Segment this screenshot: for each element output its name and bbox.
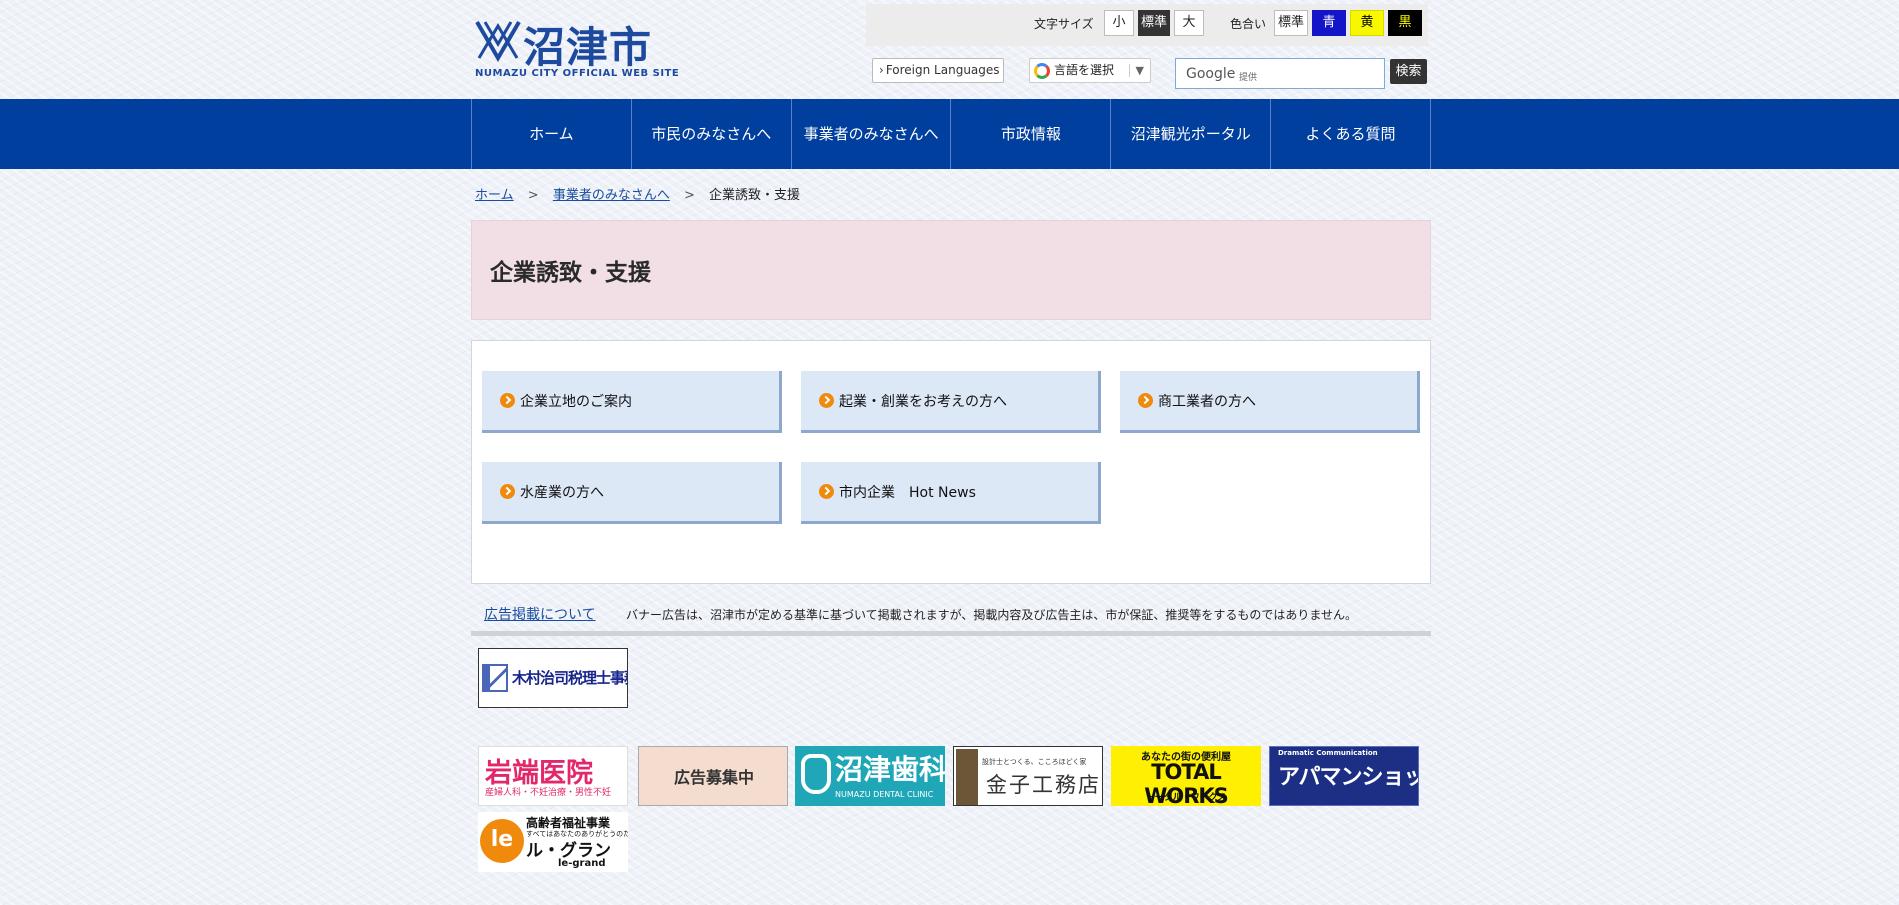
search-input[interactable]: Google 提供 (1175, 58, 1385, 89)
banner-title: 金子工務店 (986, 773, 1101, 797)
font-size-label: 文字サイズ (1034, 17, 1094, 31)
banner-kimura-tax[interactable]: 木村治司税理士事務所 (478, 648, 628, 708)
link-panel: 企業立地のご案内 起業・創業をお考えの方へ 商工業者の方へ 水産業の方へ 市内企… (471, 340, 1431, 584)
kimura-logo-icon (482, 664, 508, 692)
banner-subtitle: 産婦人科・不妊治療・男性不妊 (485, 788, 612, 798)
page-title: 企業誘致・支援 (490, 260, 651, 286)
dropdown-arrow-icon: ▼ (1135, 64, 1144, 77)
foreign-languages-label: Foreign Languages (885, 63, 1000, 77)
banner-ad-recruit[interactable]: 広告募集中 (638, 746, 788, 806)
banner-tagline: Dramatic Communication (1278, 749, 1378, 757)
foreign-languages-button[interactable]: › Foreign Languages (872, 58, 1004, 83)
arrow-bullet-icon (500, 393, 515, 408)
banner-iwabata-clinic[interactable]: 岩端医院 産婦人科・不妊治療・男性不妊 (478, 746, 628, 806)
nav-item-home[interactable]: ホーム (472, 99, 632, 169)
color-label: 色合い (1230, 17, 1267, 31)
ad-info-link[interactable]: 広告掲載について (484, 604, 596, 624)
google-icon (1034, 63, 1050, 79)
nav-item-tourism[interactable]: 沼津観光ポータル (1111, 99, 1272, 169)
page-title-box: 企業誘致・支援 (471, 220, 1431, 320)
banner-title: アパマンショップ (1278, 765, 1418, 790)
kaneko-logo-icon (956, 749, 978, 805)
utility-bar: 文字サイズ 小 標準 大 色合い 標準 青 黄 黒 (866, 4, 1428, 46)
tile-label: 起業・創業をお考えの方へ (839, 394, 1007, 410)
breadcrumb-separator: > (527, 188, 539, 203)
logo-text: 沼津市 (523, 23, 653, 72)
breadcrumb: ホーム > 事業者のみなさんへ > 企業誘致・支援 (475, 184, 800, 203)
arrow-bullet-icon (1138, 393, 1153, 408)
tile-fisheries[interactable]: 水産業の方へ (482, 462, 782, 524)
arrow-bullet-icon (500, 484, 515, 499)
global-nav: ホーム 市民のみなさんへ 事業者のみなさんへ 市政情報 沼津観光ポータル よくあ… (0, 99, 1899, 169)
search-provided-label: 提供 (1239, 73, 1258, 83)
banner-subtitle: トータル・ワークス (1145, 793, 1227, 803)
font-size-standard-button[interactable]: 標準 (1138, 10, 1170, 36)
banner-tagline: 設計士とつくる、こころほどく家 (982, 758, 1087, 766)
banner-apaman-shop[interactable]: Dramatic Communication アパマンショップ (1269, 746, 1419, 806)
translate-select[interactable]: 言語を選択 ▼ (1029, 58, 1151, 83)
le-grand-logo-icon: le (480, 819, 524, 863)
breadcrumb-current: 企業誘致・支援 (709, 188, 801, 203)
nav-item-citizens[interactable]: 市民のみなさんへ (632, 99, 792, 169)
translate-divider (1129, 64, 1130, 77)
breadcrumb-separator: > (683, 188, 695, 203)
color-black-button[interactable]: 黒 (1388, 10, 1422, 36)
tile-label: 商工業者の方へ (1158, 394, 1256, 410)
banner-kaneko-komuten[interactable]: 設計士とつくる、こころほどく家 金子工務店 (953, 746, 1103, 806)
ad-notice: 広告掲載について バナー広告は、沼津市が定める基準に基づいて掲載されますが、掲載… (471, 598, 1431, 636)
nav-item-business[interactable]: 事業者のみなさんへ (792, 99, 952, 169)
breadcrumb-link-business[interactable]: 事業者のみなさんへ (553, 188, 670, 203)
banner-text: 木村治司税理士事務所 (512, 669, 627, 687)
nav-item-faq[interactable]: よくある質問 (1271, 99, 1431, 169)
tile-startup[interactable]: 起業・創業をお考えの方へ (801, 371, 1101, 433)
nav-item-city-info[interactable]: 市政情報 (951, 99, 1112, 169)
tile-corporate-location[interactable]: 企業立地のご案内 (482, 371, 782, 433)
breadcrumb-link-home[interactable]: ホーム (475, 188, 514, 203)
arrow-bullet-icon (819, 484, 834, 499)
tooth-icon (801, 754, 831, 794)
tile-commerce-industry[interactable]: 商工業者の方へ (1120, 371, 1420, 433)
site-header: 沼津市 NUMAZU CITY OFFICIAL WEB SITE 文字サイズ … (0, 0, 1899, 99)
chevron-right-icon: › (879, 63, 884, 77)
banner-total-works[interactable]: あなたの街の便利屋 TOTAL WORKS トータル・ワークス (1111, 746, 1261, 806)
logo-subtitle: NUMAZU CITY OFFICIAL WEB SITE (475, 68, 680, 79)
tile-label: 水産業の方へ (520, 485, 604, 501)
color-blue-button[interactable]: 青 (1312, 10, 1346, 36)
arrow-bullet-icon (819, 393, 834, 408)
tile-hot-news[interactable]: 市内企業 Hot News (801, 462, 1101, 524)
banner-subtitle: le-grand (558, 858, 606, 869)
site-logo[interactable]: 沼津市 NUMAZU CITY OFFICIAL WEB SITE (475, 16, 679, 82)
banner-numazu-dental[interactable]: 沼津歯科 NUMAZU DENTAL CLINIC (795, 746, 945, 806)
search-brand: Google (1186, 66, 1236, 82)
ad-disclaimer: バナー広告は、沼津市が定める基準に基づいて掲載されますが、掲載内容及び広告主は、… (626, 608, 1358, 622)
city-emblem-icon (475, 20, 521, 62)
tile-label: 企業立地のご案内 (520, 394, 632, 410)
color-yellow-button[interactable]: 黄 (1350, 10, 1384, 36)
font-size-small-button[interactable]: 小 (1104, 10, 1134, 36)
banner-le-grand[interactable]: le 高齢者福祉事業 すべてはあなたのありがとうのために ル・グラン le-gr… (478, 812, 628, 872)
search-button[interactable]: 検索 (1390, 59, 1427, 84)
banner-text: 広告募集中 (673, 768, 754, 787)
color-standard-button[interactable]: 標準 (1274, 10, 1308, 36)
tile-label: 市内企業 Hot News (839, 485, 976, 501)
font-size-large-button[interactable]: 大 (1174, 10, 1204, 36)
banner-title: 沼津歯科 (835, 753, 945, 786)
banner-subtitle: NUMAZU DENTAL CLINIC (835, 790, 934, 799)
translate-label: 言語を選択 (1054, 63, 1115, 77)
